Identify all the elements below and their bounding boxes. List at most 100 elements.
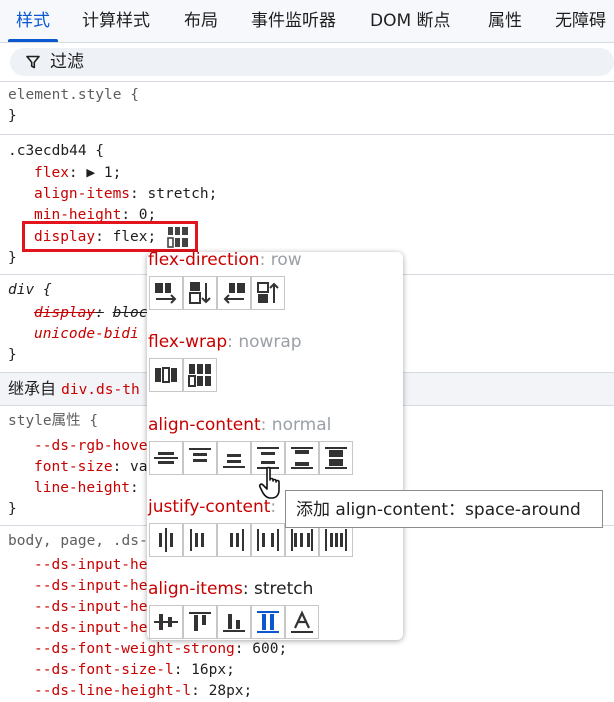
justify-content-flex-end-icon <box>230 529 244 551</box>
property-name[interactable]: --ds-input-he <box>34 599 148 615</box>
flex-direction-column-icon <box>189 282 211 304</box>
tab-computed[interactable]: 计算样式 <box>82 0 150 42</box>
property-name[interactable]: font-size <box>34 459 113 475</box>
flex-direction-label: flex-direction: row <box>148 250 302 270</box>
align-content-label: align-content: normal <box>148 415 332 435</box>
align-items-baseline-icon <box>291 610 313 633</box>
align-content-flex-end-button[interactable] <box>217 441 251 475</box>
tooltip: 添加 align-content：space-around <box>285 490 603 528</box>
property-value[interactable]: 600; <box>252 641 287 657</box>
flexbox-editor-icon[interactable] <box>167 226 189 248</box>
css-declaration[interactable]: --ds-input-he <box>34 555 148 576</box>
flexbox-editor-popup: flex-direction: row flex-wrap: nowrap al… <box>147 250 403 640</box>
align-items-flex-end-icon <box>223 614 245 632</box>
css-declaration[interactable]: display: block <box>34 303 156 324</box>
property-name[interactable]: flex <box>34 165 69 181</box>
align-content-flex-start-icon <box>189 448 211 462</box>
flex-direction-column-button[interactable] <box>183 276 217 310</box>
align-items-center-button[interactable] <box>149 605 183 639</box>
css-declaration[interactable]: --ds-rgb-hove <box>34 436 148 457</box>
css-declaration[interactable]: --ds-line-height-l: 28px; <box>34 681 252 702</box>
tab-properties[interactable]: 属性 <box>488 0 522 42</box>
property-name[interactable]: unicode-bidi <box>34 326 139 342</box>
rule-selector[interactable]: div { <box>8 280 52 301</box>
align-content-flex-start-button[interactable] <box>183 441 217 475</box>
property-value[interactable]: va <box>130 459 147 475</box>
justify-content-space-between-icon <box>291 529 313 551</box>
flex-direction-column-reverse-button[interactable] <box>251 276 285 310</box>
style-attribute-selector: style属性 { <box>8 413 99 429</box>
align-items-baseline-button[interactable] <box>285 605 319 639</box>
rule-close: } <box>8 250 17 266</box>
tab-dom-breakpoints[interactable]: DOM 断点 <box>370 0 451 42</box>
property-name[interactable]: --ds-line-height-l <box>34 683 191 699</box>
property-name[interactable]: --ds-font-size-l <box>34 662 174 678</box>
justify-content-center-icon <box>159 528 173 552</box>
property-name[interactable]: --ds-input-he <box>34 557 148 573</box>
flex-wrap-wrap-button[interactable] <box>183 358 217 392</box>
property-value[interactable]: 16px; <box>191 662 235 678</box>
justify-content-flex-start-icon <box>190 529 204 551</box>
flex-direction-row-icon <box>155 283 177 304</box>
align-items-label: align-items: stretch <box>148 579 314 599</box>
align-items-flex-start-button[interactable] <box>183 605 217 639</box>
property-name[interactable]: --ds-input-he <box>34 620 148 636</box>
flex-wrap-icon <box>188 364 211 387</box>
align-content-flex-end-icon <box>223 454 245 468</box>
align-content-stretch-button[interactable] <box>319 441 353 475</box>
tab-layout[interactable]: 布局 <box>184 0 218 42</box>
property-name[interactable]: line-height <box>34 480 130 496</box>
justify-content-space-around-icon <box>257 529 279 551</box>
flex-wrap-nowrap-button[interactable] <box>149 358 183 392</box>
align-content-center-button[interactable] <box>149 441 183 475</box>
property-name[interactable]: --ds-font-weight-strong <box>34 641 235 657</box>
css-declaration[interactable]: align-items: stretch; <box>34 184 217 205</box>
css-declaration[interactable]: line-height: <box>34 478 139 499</box>
rule-close: } <box>8 108 17 124</box>
justify-content-label: justify-content: <box>148 497 277 517</box>
inherited-label: 继承自 <box>8 379 57 398</box>
tab-accessibility[interactable]: 无障碍 <box>555 0 606 42</box>
property-name[interactable]: display <box>34 305 95 321</box>
css-declaration[interactable]: --ds-font-weight-strong: 600; <box>34 639 287 660</box>
justify-content-flex-end-button[interactable] <box>217 523 251 557</box>
css-declaration[interactable]: --ds-input-he <box>34 618 148 639</box>
css-declaration[interactable]: --ds-font-size-l: 16px; <box>34 660 235 681</box>
css-declaration[interactable]: font-size: va <box>34 457 148 478</box>
flex-direction-column-reverse-icon <box>257 282 279 303</box>
css-declaration[interactable]: unicode-bidi <box>34 324 139 345</box>
justify-content-center-button[interactable] <box>149 523 183 557</box>
tab-event-listeners[interactable]: 事件监听器 <box>251 0 336 42</box>
property-value[interactable]: stretch; <box>148 186 218 202</box>
property-value[interactable]: 28px; <box>209 683 253 699</box>
align-items-flex-end-button[interactable] <box>217 605 251 639</box>
align-items-stretch-button[interactable] <box>251 605 285 639</box>
justify-content-flex-start-button[interactable] <box>183 523 217 557</box>
justify-content-space-around-button[interactable] <box>251 523 285 557</box>
property-name[interactable]: align-items <box>34 186 130 202</box>
rule-selector[interactable]: body, page, .ds- <box>8 531 148 552</box>
filter-input[interactable]: 过滤 <box>10 48 614 76</box>
rule-close: } <box>8 501 17 517</box>
css-declaration[interactable]: --ds-input-he <box>34 576 148 597</box>
divider <box>0 134 614 135</box>
align-content-stretch-icon <box>325 447 347 469</box>
rule-selector[interactable]: .c3ecdb44 { <box>8 141 104 162</box>
property-name[interactable]: --ds-rgb-hove <box>34 438 148 454</box>
align-content-space-between-button[interactable] <box>285 441 319 475</box>
css-declaration[interactable]: --ds-input-he <box>34 597 148 618</box>
filter-label: 过滤 <box>50 52 84 72</box>
flex-direction-row-button[interactable] <box>149 276 183 310</box>
property-value[interactable]: ▶ 1; <box>86 165 121 181</box>
flex-wrap-label: flex-wrap: nowrap <box>148 332 302 352</box>
align-items-center-icon <box>154 614 178 630</box>
css-declaration[interactable]: flex: ▶ 1; <box>34 163 121 184</box>
tab-styles[interactable]: 样式 <box>8 0 58 42</box>
rule-close: } <box>8 347 17 363</box>
align-items-stretch-icon <box>257 611 279 633</box>
justify-content-space-evenly-icon <box>325 529 347 551</box>
element-style-selector: element.style { <box>8 87 139 103</box>
property-name[interactable]: --ds-input-he <box>34 578 148 594</box>
inherited-element-link[interactable]: div.ds-th <box>61 382 140 398</box>
flex-direction-row-reverse-button[interactable] <box>217 276 251 310</box>
